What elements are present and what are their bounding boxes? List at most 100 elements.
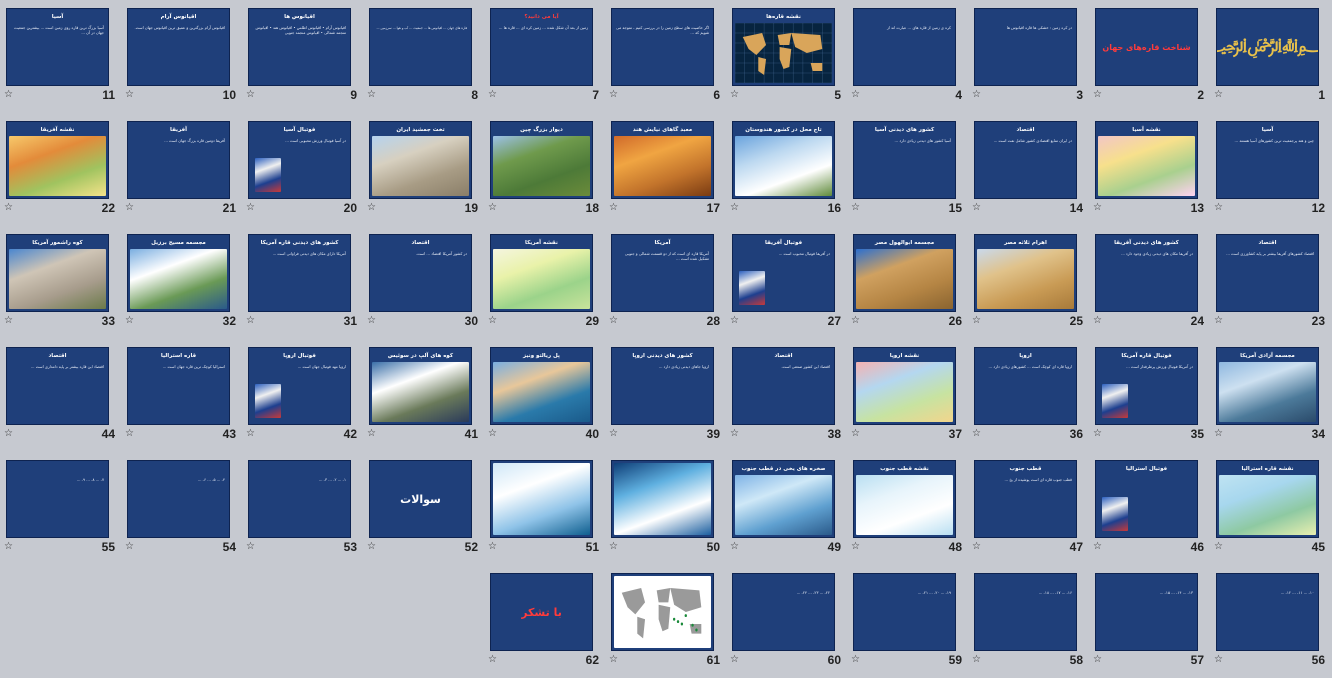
slide-thumbnail[interactable]: تخت جمشید ایران (369, 121, 472, 199)
slide-cell-29[interactable]: نقشه آمریکا ☆ 29 (484, 226, 605, 339)
slide-cell-8[interactable]: قاره های جهان ... اقیانوس ها ... جمعیت .… (363, 0, 484, 113)
slide-cell-24[interactable]: کشور های دیدنی آفریقا در آفریقا مکان های … (1089, 226, 1210, 339)
slide-thumbnail[interactable] (611, 573, 714, 651)
slide-thumbnail[interactable]: کشور های دیدنی اروپا اروپا جاهای دیدنی زی… (611, 347, 714, 425)
slide-transition-star-icon[interactable]: ☆ (609, 315, 621, 327)
slide-thumbnail-calligraphy[interactable]: ﷽ (1216, 8, 1319, 86)
slide-cell-31[interactable]: کشور های دیدنی قاره آمریکا آمریکا دارای م… (242, 226, 363, 339)
slide-cell-18[interactable]: دیوار بزرگ چین ☆ 18 (484, 113, 605, 226)
slide-transition-star-icon[interactable]: ☆ (125, 315, 137, 327)
slide-thumbnail[interactable] (611, 460, 714, 538)
slide-thumbnail[interactable]: اهرام ثلاثه مصر (974, 234, 1077, 312)
slide-transition-star-icon[interactable]: ☆ (1214, 654, 1226, 666)
slide-transition-star-icon[interactable]: ☆ (246, 89, 258, 101)
slide-cell-44[interactable]: اقتصاد اقتصاد این قاره بیشتر بر پایه دامد… (0, 339, 121, 452)
slide-thumbnail[interactable]: نقشه آسیا (1095, 121, 1198, 199)
slide-transition-star-icon[interactable]: ☆ (609, 428, 621, 440)
slide-cell-61[interactable]: ☆ 61 (605, 565, 726, 678)
slide-cell-13[interactable]: نقشه آسیا ☆ 13 (1089, 113, 1210, 226)
slide-cell-33[interactable]: کوه راشمور آمریکا ☆ 33 (0, 226, 121, 339)
slide-thumbnail[interactable]: آفریقا آفریقا دومین قاره بزرگ جهان است ..… (127, 121, 230, 199)
slide-thumbnail[interactable]: اقیانوس ها اقیانوس آرام • اقیانوس اطلس • … (248, 8, 351, 86)
slide-thumbnail[interactable]: صخره های یخی در قطب جنوب (732, 460, 835, 538)
slide-thumbnail[interactable]: کشور های دیدنی قاره آمریکا آمریکا دارای م… (248, 234, 351, 312)
slide-thumbnail[interactable]: ۱۰- ... ۱۱- ... ۱۲- ... (1216, 573, 1319, 651)
slide-thumbnail[interactable]: معبد گاهای نیایش هند (611, 121, 714, 199)
slide-cell-57[interactable]: ۱۳- ... ۱۴- ... ۱۵- ... ☆ 57 (1089, 565, 1210, 678)
slide-thumbnail[interactable]: اقتصاد در کشور آمریکا اقتصاد ... است. (369, 234, 472, 312)
slide-transition-star-icon[interactable]: ☆ (730, 89, 742, 101)
slide-cell-47[interactable]: قطب جنوب قطب جنوب قاره ای است پوشیده از ی… (968, 452, 1089, 565)
slide-thumbnail[interactable]: قطب جنوب قطب جنوب قاره ای است پوشیده از ی… (974, 460, 1077, 538)
slide-thumbnail[interactable]: مجسمه آزادی آمریکا (1216, 347, 1319, 425)
slide-cell-38[interactable]: اقتصاد اقتصاد این کشور صنعتی است. ☆ 38 (726, 339, 847, 452)
slide-thumbnail[interactable]: شناخت قاره‌های جهان (1095, 8, 1198, 86)
slide-thumbnail[interactable]: آیا می دانید؟ زمین از بعد آن شکل شده ... … (490, 8, 593, 86)
slide-transition-star-icon[interactable]: ☆ (851, 89, 863, 101)
slide-transition-star-icon[interactable]: ☆ (488, 202, 500, 214)
slide-transition-star-icon[interactable]: ☆ (1214, 315, 1226, 327)
slide-cell-58[interactable]: ۱۶- ... ۱۷- ... ۱۸- ... ☆ 58 (968, 565, 1089, 678)
slide-thumbnail[interactable]: آسیا چین و هند پرجمعیت ترین کشورهای آسیا … (1216, 121, 1319, 199)
slide-transition-star-icon[interactable]: ☆ (488, 315, 500, 327)
slide-thumbnail[interactable]: اقتصاد در ایران منابع اقتصادی کشور شامل ن… (974, 121, 1077, 199)
slide-cell-39[interactable]: کشور های دیدنی اروپا اروپا جاهای دیدنی زی… (605, 339, 726, 452)
slide-thumbnail[interactable]: نقشه قاره استرالیا (1216, 460, 1319, 538)
slide-thumbnail[interactable]: در کره زمین : خشکی ها قاره اقیانوس ها (974, 8, 1077, 86)
slide-transition-star-icon[interactable]: ☆ (488, 541, 500, 553)
slide-cell-51[interactable]: ☆ 51 (484, 452, 605, 565)
slide-cell-53[interactable]: ۱- ... ۲- ... ۳- ... ☆ 53 (242, 452, 363, 565)
slide-cell-54[interactable]: ۴- ... ۵- ... ۶- ... ☆ 54 (121, 452, 242, 565)
slide-thumbnail[interactable]: کره ی زمین از قاره های ... عبارت اند از (853, 8, 956, 86)
slide-transition-star-icon[interactable]: ☆ (488, 654, 500, 666)
slide-transition-star-icon[interactable]: ☆ (367, 315, 379, 327)
slide-thumbnail[interactable]: آسیا آسیا بزرگ ترین قاره روی زمین است ...… (6, 8, 109, 86)
slide-thumbnail[interactable]: اقتصاد اقتصاد این کشور صنعتی است. (732, 347, 835, 425)
slide-transition-star-icon[interactable]: ☆ (125, 89, 137, 101)
slide-transition-star-icon[interactable]: ☆ (730, 541, 742, 553)
slide-transition-star-icon[interactable]: ☆ (609, 202, 621, 214)
slide-cell-59[interactable]: ۱۹- ... ۲۰- ... ۲۱- ... ☆ 59 (847, 565, 968, 678)
slide-thumbnail[interactable]: ۱- ... ۲- ... ۳- ... (248, 460, 351, 538)
slide-cell-25[interactable]: اهرام ثلاثه مصر ☆ 25 (968, 226, 1089, 339)
slide-transition-star-icon[interactable]: ☆ (851, 202, 863, 214)
slide-transition-star-icon[interactable]: ☆ (1093, 89, 1105, 101)
slide-transition-star-icon[interactable]: ☆ (851, 315, 863, 327)
slide-thumbnail[interactable]: فوتبال آسیا در آسیا فوتبال ورزش محبوبی اس… (248, 121, 351, 199)
slide-transition-star-icon[interactable]: ☆ (488, 89, 500, 101)
slide-transition-star-icon[interactable]: ☆ (125, 202, 137, 214)
slide-transition-star-icon[interactable]: ☆ (851, 541, 863, 553)
slide-cell-34[interactable]: مجسمه آزادی آمریکا ☆ 34 (1210, 339, 1331, 452)
slide-cell-21[interactable]: آفریقا آفریقا دومین قاره بزرگ جهان است ..… (121, 113, 242, 226)
slide-thumbnail[interactable]: کشور های دیدنی آفریقا در آفریقا مکان های … (1095, 234, 1198, 312)
slide-transition-star-icon[interactable]: ☆ (730, 428, 742, 440)
slide-thumbnail[interactable]: اقتصاد اقتصاد کشورهای آفریقا بیشتر بر پای… (1216, 234, 1319, 312)
slide-transition-star-icon[interactable]: ☆ (609, 654, 621, 666)
slide-transition-star-icon[interactable]: ☆ (972, 202, 984, 214)
slide-thumbnail[interactable]: آمریکا آمریکا قاره ای است که از دو قسمت ش… (611, 234, 714, 312)
slide-cell-48[interactable]: نقشه قطب جنوب ☆ 48 (847, 452, 968, 565)
slide-thumbnail[interactable]: نقشه آمریکا (490, 234, 593, 312)
slide-thumbnail[interactable]: تاج محل در کشور هندوستان (732, 121, 835, 199)
slide-thumbnail[interactable]: سوالات (369, 460, 472, 538)
slide-thumbnail[interactable]: فوتبال استرالیا (1095, 460, 1198, 538)
slide-transition-star-icon[interactable]: ☆ (851, 654, 863, 666)
slide-thumbnail[interactable]: کشور های دیدنی آسیا آسیا کشور های دیدنی ز… (853, 121, 956, 199)
slide-cell-23[interactable]: اقتصاد اقتصاد کشورهای آفریقا بیشتر بر پای… (1210, 226, 1331, 339)
slide-transition-star-icon[interactable]: ☆ (367, 541, 379, 553)
slide-thumbnail[interactable]: مجسمه مسیح برزیل (127, 234, 230, 312)
slide-cell-35[interactable]: فوتبال قاره آمریکا در آمریکا فوتبال ورزش … (1089, 339, 1210, 452)
slide-cell-49[interactable]: صخره های یخی در قطب جنوب ☆ 49 (726, 452, 847, 565)
slide-thumbnail[interactable]: اقتصاد اقتصاد این قاره بیشتر بر پایه دامد… (6, 347, 109, 425)
slide-transition-star-icon[interactable]: ☆ (367, 89, 379, 101)
slide-cell-55[interactable]: ۷- ... ۸- ... ۹- ... ☆ 55 (0, 452, 121, 565)
slide-cell-27[interactable]: فوتبال آفریقا در آفریقا فوتبال محبوب است … (726, 226, 847, 339)
slide-transition-star-icon[interactable]: ☆ (972, 428, 984, 440)
slide-transition-star-icon[interactable]: ☆ (125, 428, 137, 440)
slide-transition-star-icon[interactable]: ☆ (1214, 428, 1226, 440)
slide-transition-star-icon[interactable]: ☆ (730, 315, 742, 327)
slide-cell-17[interactable]: معبد گاهای نیایش هند ☆ 17 (605, 113, 726, 226)
slide-cell-30[interactable]: اقتصاد در کشور آمریکا اقتصاد ... است. ☆ 30 (363, 226, 484, 339)
slide-cell-50[interactable]: ☆ 50 (605, 452, 726, 565)
slide-thumbnail[interactable]: ۷- ... ۸- ... ۹- ... (6, 460, 109, 538)
